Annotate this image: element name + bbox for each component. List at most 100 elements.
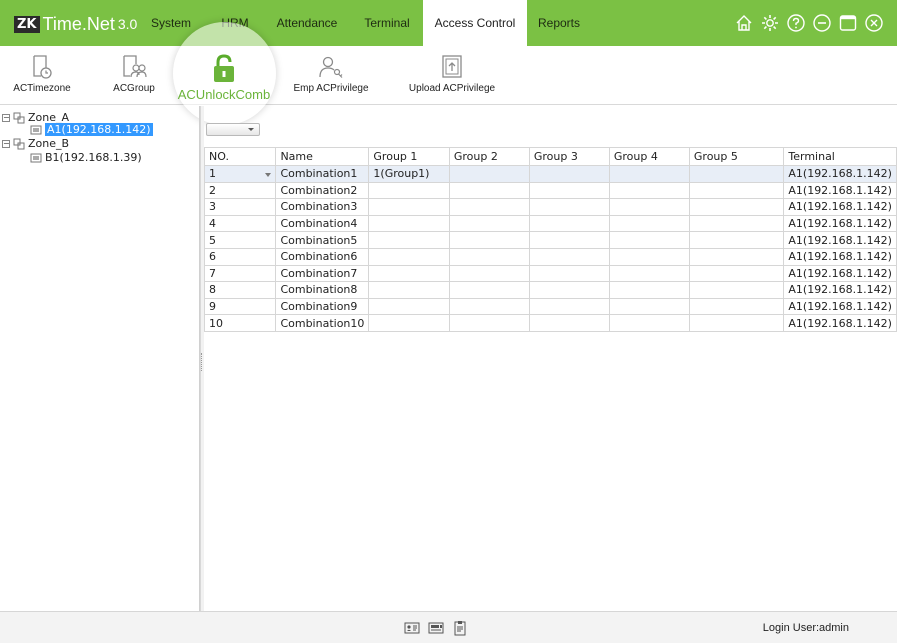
col-header-group1[interactable]: Group 1 [368,147,450,166]
emp-acprivilege-button[interactable]: Emp ACPrivilege [289,46,373,94]
cell-no[interactable]: 5 [203,231,277,249]
upload-acprivilege-button[interactable]: Upload ACPrivilege [393,46,511,94]
help-icon[interactable] [785,12,807,34]
cell-group2[interactable] [448,314,530,332]
cell-group1[interactable] [368,231,450,249]
settings-gear-icon[interactable] [759,12,781,34]
cell-group2[interactable] [448,247,530,266]
nav-terminal[interactable]: Terminal [354,0,420,46]
cell-name[interactable]: Combination7 [275,264,370,283]
cell-group1[interactable]: 1(Group1) [368,165,450,183]
cell-group5[interactable] [688,181,785,200]
cell-terminal[interactable]: A1(192.168.1.142) [783,214,897,233]
cell-group2[interactable] [448,264,530,283]
cell-group3[interactable] [528,231,610,249]
cell-group5[interactable] [688,297,785,316]
cell-group3[interactable] [528,181,610,200]
cell-terminal[interactable]: A1(192.168.1.142) [783,314,897,332]
cell-terminal[interactable]: A1(192.168.1.142) [783,297,897,316]
cell-group5[interactable] [688,214,785,233]
cell-group3[interactable] [528,264,610,283]
cell-group4[interactable] [608,297,690,316]
cell-name[interactable]: Combination5 [275,231,370,249]
collapse-toggle-icon[interactable]: − [2,113,10,122]
col-header-name[interactable]: Name [275,147,370,166]
cell-name[interactable]: Combination2 [275,181,370,200]
cell-group2[interactable] [448,165,530,183]
cell-group1[interactable] [368,247,450,266]
cell-group3[interactable] [528,281,610,299]
home-icon[interactable] [733,12,755,34]
table-row[interactable]: 6 Combination6 A1(192.168.1.142) [203,247,897,266]
cell-group2[interactable] [448,281,530,299]
cell-group4[interactable] [608,165,690,183]
table-row[interactable]: 8 Combination8 A1(192.168.1.142) [203,281,897,299]
close-icon[interactable] [863,12,885,34]
cell-group1[interactable] [368,214,450,233]
cell-group5[interactable] [688,231,785,249]
clipboard-icon[interactable] [452,620,468,636]
cell-group5[interactable] [688,281,785,299]
cell-group5[interactable] [688,247,785,266]
device-list-icon[interactable] [428,620,444,636]
cell-group3[interactable] [528,214,610,233]
cell-terminal[interactable]: A1(192.168.1.142) [783,281,897,299]
cell-no[interactable]: 7 [203,264,277,283]
cell-terminal[interactable]: A1(192.168.1.142) [783,165,897,183]
cell-group1[interactable] [368,181,450,200]
cell-group1[interactable] [368,314,450,332]
cell-name[interactable]: Combination1 [275,165,370,183]
cell-group4[interactable] [608,231,690,249]
cell-group4[interactable] [608,214,690,233]
col-header-group3[interactable]: Group 3 [528,147,610,166]
cell-name[interactable]: Combination4 [275,214,370,233]
cell-group4[interactable] [608,264,690,283]
cell-group5[interactable] [688,264,785,283]
cell-group1[interactable] [368,198,450,216]
cell-group4[interactable] [608,314,690,332]
nav-access-control[interactable]: Access Control [423,0,527,46]
cell-name[interactable]: Combination3 [275,198,370,216]
tree-device-b1[interactable]: B1(192.168.1.39) [30,151,142,164]
cell-name[interactable]: Combination8 [275,281,370,299]
cell-no[interactable]: 9 [203,297,277,316]
col-header-group4[interactable]: Group 4 [608,147,690,166]
acgroup-button[interactable]: ACGroup [106,46,162,94]
cell-group3[interactable] [528,198,610,216]
cell-no[interactable]: 1 [203,165,277,183]
cell-group2[interactable] [448,181,530,200]
cell-terminal[interactable]: A1(192.168.1.142) [783,181,897,200]
nav-reports[interactable]: Reports [530,0,588,46]
acunlockcomb-button[interactable]: ACUnlockComb [174,46,274,102]
cell-group5[interactable] [688,165,785,183]
cell-group2[interactable] [448,198,530,216]
cell-group3[interactable] [528,314,610,332]
tree-zone-b[interactable]: − Zone_B [2,137,69,150]
cell-terminal[interactable]: A1(192.168.1.142) [783,231,897,249]
filter-dropdown[interactable] [206,123,260,136]
cell-terminal[interactable]: A1(192.168.1.142) [783,247,897,266]
cell-terminal[interactable]: A1(192.168.1.142) [783,264,897,283]
cell-group5[interactable] [688,198,785,216]
cell-name[interactable]: Combination9 [275,297,370,316]
row-dropdown-arrow-icon[interactable] [265,173,272,178]
cell-group4[interactable] [608,247,690,266]
cell-group3[interactable] [528,165,610,183]
col-header-terminal[interactable]: Terminal [783,147,897,166]
cell-terminal[interactable]: A1(192.168.1.142) [783,198,897,216]
nav-attendance[interactable]: Attendance [268,0,346,46]
table-row[interactable]: 10 Combination10 A1(192.168.1.142) [203,314,897,332]
cell-group4[interactable] [608,281,690,299]
col-header-group5[interactable]: Group 5 [688,147,785,166]
col-header-group2[interactable]: Group 2 [448,147,530,166]
col-header-no[interactable]: NO. [203,147,277,166]
id-card-icon[interactable] [404,620,420,636]
cell-group4[interactable] [608,181,690,200]
cell-group2[interactable] [448,214,530,233]
cell-group1[interactable] [368,281,450,299]
cell-no[interactable]: 10 [203,314,277,332]
cell-no[interactable]: 4 [203,214,277,233]
maximize-icon[interactable] [837,12,859,34]
collapse-toggle-icon[interactable]: − [2,139,10,148]
table-row[interactable]: 4 Combination4 A1(192.168.1.142) [203,214,897,233]
